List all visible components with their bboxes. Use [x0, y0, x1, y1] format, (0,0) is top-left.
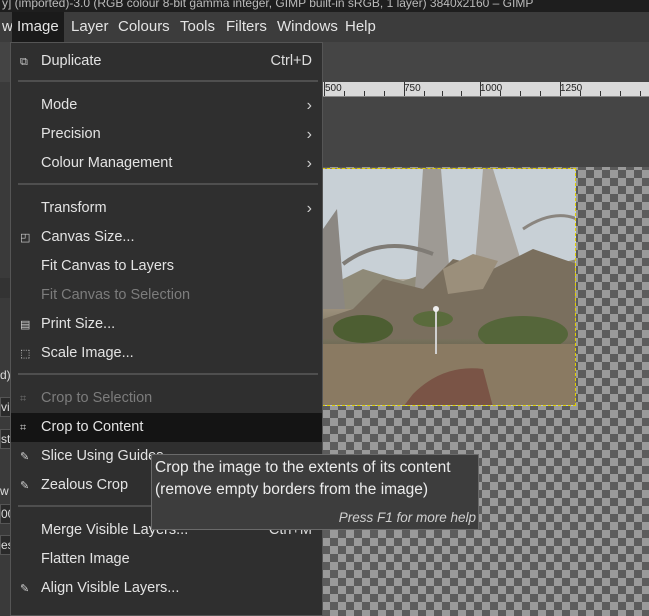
canvas-padding — [322, 97, 649, 167]
menu-item-scale-image[interactable]: ⬚ Scale Image... — [11, 339, 322, 368]
menu-item-colour-management[interactable]: Colour Management › — [11, 149, 322, 178]
menu-item-transform[interactable]: Transform › — [11, 194, 322, 223]
window-title: y] (imported)-3.0 (RGB colour 8-bit gamm… — [2, 0, 534, 10]
menu-item-duplicate[interactable]: ⧉ Duplicate Ctrl+D — [11, 47, 322, 76]
tooltip-help-hint: Press F1 for more help — [338, 510, 476, 525]
crop-to-content-tooltip: Crop the image to the extents of its con… — [151, 454, 479, 530]
ruler-tick — [560, 82, 561, 96]
ruler-tick — [480, 82, 481, 96]
zealous-crop-icon: ✎ — [20, 480, 30, 492]
menu-tools[interactable]: Tools — [175, 12, 220, 42]
scale-icon: ⬚ — [20, 348, 31, 360]
window-title-bar: y] (imported)-3.0 (RGB colour 8-bit gamm… — [0, 0, 649, 12]
ruler-label: 1000 — [480, 83, 503, 94]
menu-separator — [18, 373, 318, 375]
crop-icon: ⌗ — [20, 422, 27, 434]
print-icon: ▤ — [20, 319, 31, 331]
menu-item-canvas-size[interactable]: ◰ Canvas Size... — [11, 223, 322, 252]
shortcut-label: Ctrl+D — [270, 53, 313, 69]
menu-item-align-visible-layers[interactable]: ✎ Align Visible Layers... — [11, 574, 322, 603]
menu-help[interactable]: Help — [340, 12, 381, 42]
menu-item-print-size[interactable]: ▤ Print Size... — [11, 310, 322, 339]
duplicate-icon: ⧉ — [20, 56, 28, 68]
submenu-arrow-icon: › — [306, 200, 312, 217]
submenu-arrow-icon: › — [306, 155, 312, 172]
menu-separator — [18, 183, 318, 185]
menu-item-mode[interactable]: Mode › — [11, 91, 322, 120]
ruler-tick — [324, 82, 325, 96]
crop-icon: ⌗ — [20, 393, 27, 405]
menu-item-fit-canvas-to-selection: Fit Canvas to Selection — [41, 287, 191, 303]
submenu-arrow-icon: › — [306, 126, 312, 143]
ruler-label: 750 — [404, 83, 421, 94]
horizontal-ruler[interactable]: 500 750 1000 1250 — [322, 82, 649, 97]
slice-icon: ✎ — [20, 451, 30, 463]
photo-scene — [323, 169, 575, 405]
submenu-arrow-icon: › — [306, 97, 312, 114]
menu-bar: w Image Layer Colours Tools Filters Wind… — [0, 12, 649, 42]
menu-separator — [18, 80, 318, 82]
menu-colours[interactable]: Colours — [113, 12, 175, 42]
ruler-tick — [404, 82, 405, 96]
tooltip-line-1: Crop the image to the extents of its con… — [155, 459, 451, 476]
align-icon: ✎ — [20, 583, 30, 595]
ruler-label: 1250 — [560, 83, 583, 94]
image-layer-photo[interactable] — [322, 168, 576, 406]
menu-item-precision[interactable]: Precision › — [11, 120, 322, 149]
menu-layer[interactable]: Layer — [66, 12, 114, 42]
menu-filters[interactable]: Filters — [221, 12, 272, 42]
canvas-size-icon: ◰ — [20, 232, 31, 244]
menu-image[interactable]: Image — [12, 12, 64, 42]
menu-item-flatten-image[interactable]: Flatten Image — [11, 545, 322, 574]
tooltip-line-2: (remove empty borders from the image) — [155, 481, 429, 498]
ruler-label: 500 — [325, 83, 342, 94]
menu-item-crop-to-selection: ⌗ Crop to Selection — [20, 390, 153, 406]
menu-windows[interactable]: Windows — [272, 12, 343, 42]
menu-item-crop-to-content[interactable]: ⌗ Crop to Content — [11, 413, 322, 442]
menu-item-fit-canvas-to-layers[interactable]: Fit Canvas to Layers — [11, 252, 322, 281]
